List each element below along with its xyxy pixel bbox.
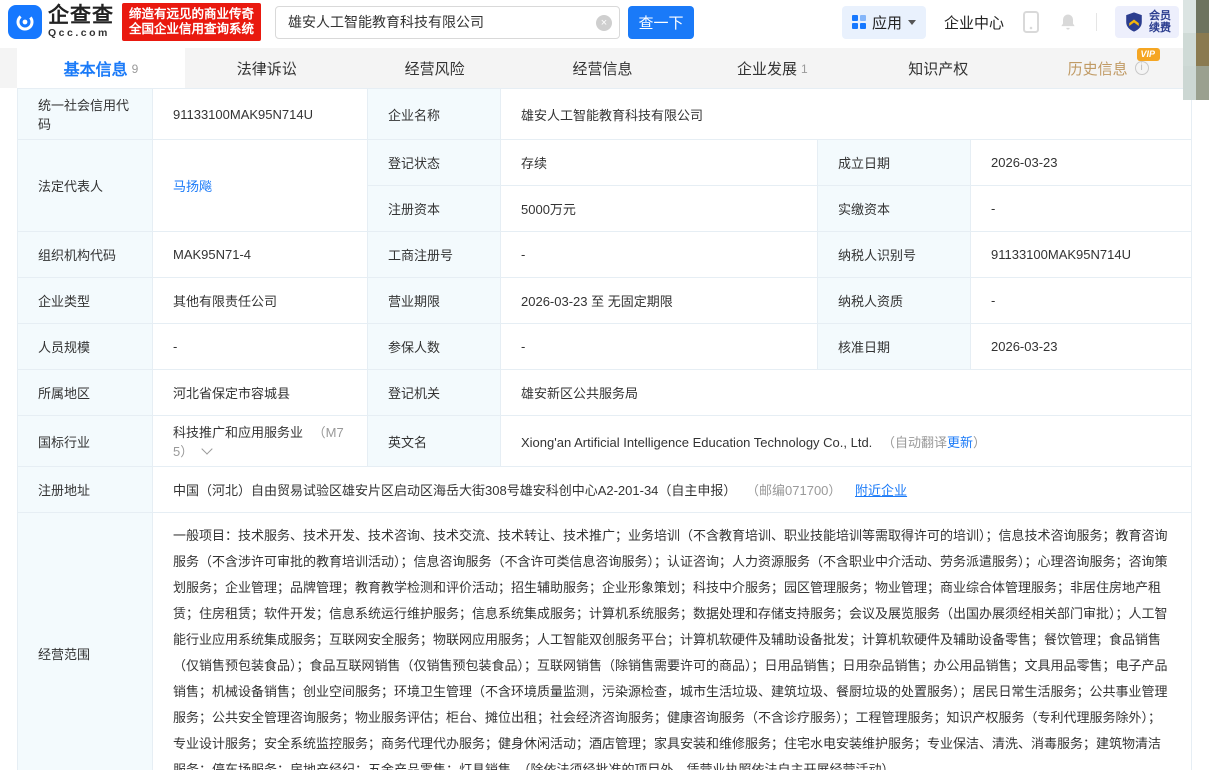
search-button[interactable]: 查一下 bbox=[628, 6, 694, 39]
mobile-app-icon[interactable] bbox=[1022, 11, 1040, 33]
field-value: 河北省保定市容城县 bbox=[153, 370, 368, 416]
table-row: 统一社会信用代码 91133100MAK95N714U 企业名称 雄安人工智能教… bbox=[18, 89, 1192, 140]
top-header: 企查查 Qcc.com 缔造有远见的商业传奇 全国企业信用查询系统 查一下 应用… bbox=[0, 0, 1209, 48]
field-value: 存续 bbox=[501, 140, 818, 186]
field-label: 注册地址 bbox=[18, 467, 153, 513]
field-label: 实缴资本 bbox=[818, 186, 971, 232]
table-row: 法定代表人 马扬飚 登记状态 存续 成立日期 2026-03-23 bbox=[18, 140, 1192, 186]
field-value: Xiong'an Artificial Intelligence Educati… bbox=[501, 416, 1192, 467]
field-label: 注册资本 bbox=[368, 186, 501, 232]
tab-bar: 基本信息9 法律诉讼 经营风险 经营信息 企业发展1 知识产权 VIP 历史信息 bbox=[0, 48, 1209, 88]
translate-update-link[interactable]: 更新 bbox=[947, 435, 973, 450]
address-value: 中国（河北）自由贸易试验区雄安片区启动区海岳大街308号雄安科创中心A2-201… bbox=[173, 483, 736, 498]
enterprise-center-link[interactable]: 企业中心 bbox=[944, 12, 1004, 33]
field-label: 核准日期 bbox=[818, 324, 971, 370]
tab-count-badge: 1 bbox=[801, 62, 808, 76]
address-postcode: （邮编071700） bbox=[746, 483, 841, 498]
table-row: 企业类型 其他有限责任公司 营业期限 2026-03-23 至 无固定期限 纳税… bbox=[18, 278, 1192, 324]
field-value: 雄安人工智能教育科技有限公司 bbox=[501, 89, 1192, 140]
field-value: 雄安新区公共服务局 bbox=[501, 370, 1192, 416]
tab-intellectual-property[interactable]: 知识产权 bbox=[856, 48, 1024, 88]
field-value: MAK95N71-4 bbox=[153, 232, 368, 278]
slogan-line2: 全国企业信用查询系统 bbox=[129, 22, 254, 37]
vip-renew-label: 会员 续费 bbox=[1149, 10, 1171, 34]
divider bbox=[1096, 13, 1097, 31]
field-label: 参保人数 bbox=[368, 324, 501, 370]
field-value: - bbox=[971, 278, 1192, 324]
field-label: 工商注册号 bbox=[368, 232, 501, 278]
vip-shield-icon bbox=[1123, 10, 1145, 34]
tab-legal-litigation[interactable]: 法律诉讼 bbox=[185, 48, 353, 88]
field-value: - bbox=[971, 186, 1192, 232]
basic-info-table: 统一社会信用代码 91133100MAK95N714U 企业名称 雄安人工智能教… bbox=[17, 88, 1192, 770]
brand-domain: Qcc.com bbox=[48, 28, 114, 39]
field-value: 2026-03-23 bbox=[971, 140, 1192, 186]
field-label: 统一社会信用代码 bbox=[18, 89, 153, 140]
field-value: - bbox=[501, 232, 818, 278]
tab-enterprise-development[interactable]: 企业发展1 bbox=[688, 48, 856, 88]
field-value: 科技推广和应用服务业 （M75） bbox=[153, 416, 368, 467]
notification-bell-icon[interactable] bbox=[1058, 12, 1078, 32]
clear-search-icon[interactable] bbox=[596, 15, 612, 31]
field-value: 2026-03-23 至 无固定期限 bbox=[501, 278, 818, 324]
brand-name: 企查查 bbox=[48, 5, 114, 26]
table-row: 人员规模 - 参保人数 - 核准日期 2026-03-23 bbox=[18, 324, 1192, 370]
field-label: 所属地区 bbox=[18, 370, 153, 416]
table-row: 国标行业 科技推广和应用服务业 （M75） 英文名 Xiong'an Artif… bbox=[18, 416, 1192, 467]
field-label: 人员规模 bbox=[18, 324, 153, 370]
legal-representative-link[interactable]: 马扬飚 bbox=[173, 179, 212, 194]
field-label: 法定代表人 bbox=[18, 140, 153, 232]
tab-history-info[interactable]: VIP 历史信息 bbox=[1024, 48, 1192, 88]
apps-label: 应用 bbox=[872, 12, 902, 33]
field-value: 其他有限责任公司 bbox=[153, 278, 368, 324]
field-value: - bbox=[153, 324, 368, 370]
field-label: 登记机关 bbox=[368, 370, 501, 416]
info-icon[interactable] bbox=[1135, 61, 1149, 75]
field-label: 经营范围 bbox=[18, 513, 153, 770]
tab-basic-info[interactable]: 基本信息9 bbox=[17, 48, 185, 88]
apps-grid-icon bbox=[852, 15, 866, 29]
field-label: 英文名 bbox=[368, 416, 501, 467]
industry-value: 科技推广和应用服务业 bbox=[173, 425, 303, 440]
tab-count-badge: 9 bbox=[132, 62, 139, 76]
field-value: 中国（河北）自由贸易试验区雄安片区启动区海岳大街308号雄安科创中心A2-201… bbox=[153, 467, 1192, 513]
field-label: 成立日期 bbox=[818, 140, 971, 186]
field-label: 组织机构代码 bbox=[18, 232, 153, 278]
table-row: 注册地址 中国（河北）自由贸易试验区雄安片区启动区海岳大街308号雄安科创中心A… bbox=[18, 467, 1192, 513]
slogan-banner: 缔造有远见的商业传奇 全国企业信用查询系统 bbox=[122, 3, 261, 41]
field-label: 纳税人识别号 bbox=[818, 232, 971, 278]
header-nav: 应用 企业中心 会员 续费 bbox=[842, 6, 1179, 39]
tab-operation-info[interactable]: 经营信息 bbox=[521, 48, 689, 88]
tab-operation-risk[interactable]: 经营风险 bbox=[353, 48, 521, 88]
search-input[interactable] bbox=[275, 6, 620, 39]
field-label: 国标行业 bbox=[18, 416, 153, 467]
field-label: 企业类型 bbox=[18, 278, 153, 324]
field-value: 2026-03-23 bbox=[971, 324, 1192, 370]
table-row: 所属地区 河北省保定市容城县 登记机关 雄安新区公共服务局 bbox=[18, 370, 1192, 416]
vip-badge: VIP bbox=[1137, 48, 1161, 61]
search-box bbox=[275, 6, 620, 39]
field-label: 营业期限 bbox=[368, 278, 501, 324]
apps-menu[interactable]: 应用 bbox=[842, 6, 926, 39]
field-value: 马扬飚 bbox=[153, 140, 368, 232]
english-name-value: Xiong'an Artificial Intelligence Educati… bbox=[521, 435, 872, 450]
qcc-logo-icon[interactable] bbox=[8, 5, 42, 39]
field-label: 企业名称 bbox=[368, 89, 501, 140]
field-value: 91133100MAK95N714U bbox=[971, 232, 1192, 278]
chevron-down-icon bbox=[908, 20, 916, 25]
vip-renew-button[interactable]: 会员 续费 bbox=[1115, 6, 1179, 38]
business-scope-value: 一般项目：技术服务、技术开发、技术咨询、技术交流、技术转让、技术推广；业务培训（… bbox=[153, 513, 1192, 770]
field-value: - bbox=[501, 324, 818, 370]
table-row: 经营范围 一般项目：技术服务、技术开发、技术咨询、技术交流、技术转让、技术推广；… bbox=[18, 513, 1192, 770]
field-label: 纳税人资质 bbox=[818, 278, 971, 324]
brand-text[interactable]: 企查查 Qcc.com bbox=[48, 5, 114, 39]
field-label: 登记状态 bbox=[368, 140, 501, 186]
nearby-companies-link[interactable]: 附近企业 bbox=[855, 483, 907, 498]
field-value: 91133100MAK95N714U bbox=[153, 89, 368, 140]
chevron-down-icon[interactable] bbox=[201, 443, 212, 454]
table-row: 组织机构代码 MAK95N71-4 工商注册号 - 纳税人识别号 9113310… bbox=[18, 232, 1192, 278]
field-value: 5000万元 bbox=[501, 186, 818, 232]
slogan-line1: 缔造有远见的商业传奇 bbox=[129, 7, 254, 22]
translate-note: （自动翻译 bbox=[882, 435, 947, 450]
